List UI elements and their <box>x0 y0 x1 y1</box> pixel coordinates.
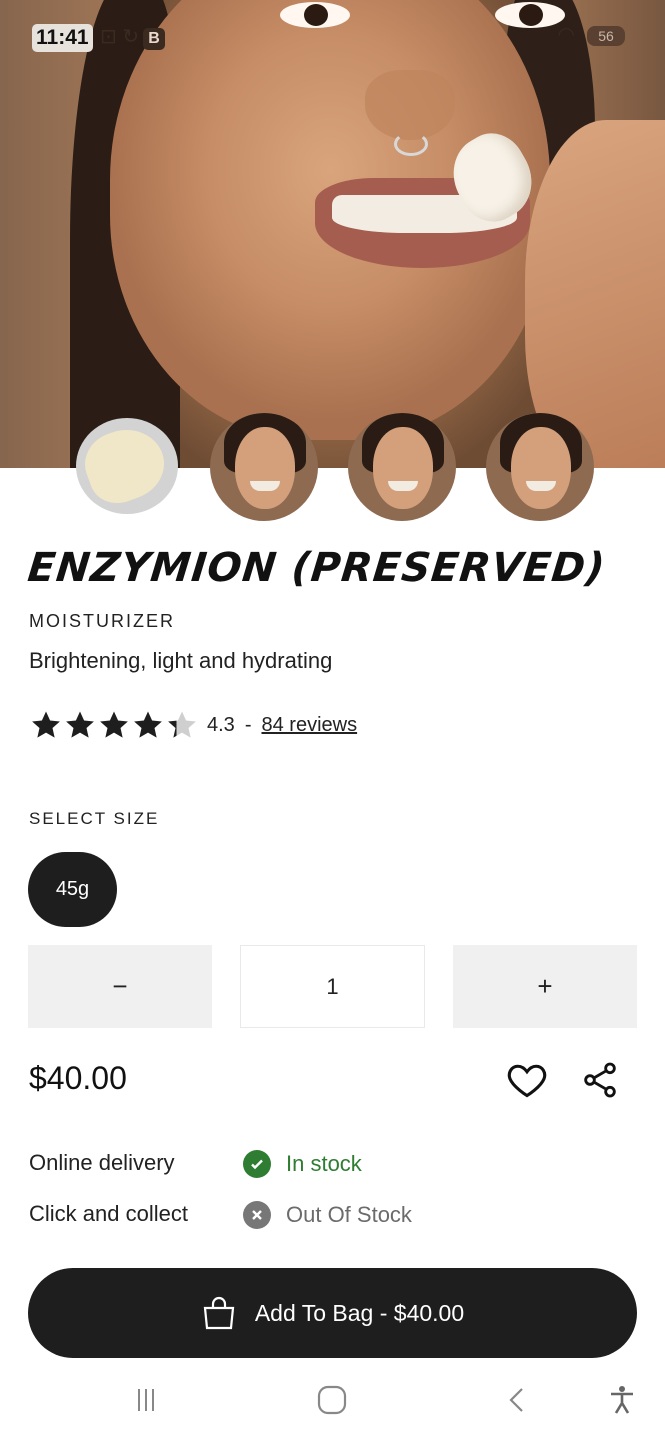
availability-status-text: Out Of Stock <box>286 1202 412 1227</box>
thumbnail-model-1[interactable] <box>210 413 318 521</box>
add-to-bag-label: Add To Bag - $40.00 <box>254 1299 465 1326</box>
thumbnail-model-3[interactable] <box>486 413 594 521</box>
add-to-bag-button[interactable]: Add To Bag - $40.00 <box>28 1268 637 1358</box>
share-icon[interactable] <box>580 1060 620 1100</box>
reviews-link[interactable]: 84 reviews <box>261 714 357 737</box>
availability-status-collect: Out Of Stock <box>243 1201 412 1229</box>
quantity-value[interactable]: 1 <box>240 945 425 1028</box>
wifi-icon: ◠ <box>557 24 575 46</box>
size-label: SELECT SIZE <box>29 809 160 828</box>
star-icon <box>134 711 162 738</box>
availability-label-online: Online delivery <box>29 1150 175 1175</box>
availability-label-collect: Click and collect <box>29 1201 188 1226</box>
check-circle-icon <box>243 1150 271 1178</box>
quantity-decrease-button[interactable]: − <box>28 945 212 1028</box>
back-icon[interactable] <box>498 1380 538 1420</box>
status-notification-icons: ⊡ ↻ B <box>100 24 166 50</box>
rating-value: 4.3 <box>207 713 235 736</box>
shopping-bag-icon <box>203 1296 235 1330</box>
size-option-45g[interactable]: 45g <box>28 852 117 927</box>
availability-status-text: In stock <box>286 1151 362 1176</box>
recent-apps-icon[interactable] <box>126 1380 166 1420</box>
thumbnail-product[interactable] <box>76 418 178 514</box>
home-icon[interactable] <box>312 1380 352 1420</box>
product-title: ENZYMION (PRESERVED) <box>25 545 608 591</box>
product-rating: 4.3 - 84 reviews <box>29 708 357 742</box>
quantity-increase-button[interactable]: + <box>453 945 637 1028</box>
product-price: $40.00 <box>29 1060 127 1096</box>
availability-status-online: In stock <box>243 1150 362 1178</box>
product-tagline: Brightening, light and hydrating <box>29 648 333 673</box>
rating-stars <box>29 708 199 742</box>
star-icon <box>66 711 94 738</box>
accessibility-icon[interactable] <box>602 1380 642 1420</box>
star-icon <box>100 711 128 738</box>
image-thumbnails <box>0 413 665 523</box>
system-nav-bar <box>0 1358 665 1440</box>
battery-icon: 56 <box>587 26 625 46</box>
star-half-icon <box>168 711 196 738</box>
product-category: MOISTURIZER <box>29 611 175 631</box>
status-bar: 11:41 ⊡ ↻ B ◠ 56 <box>0 0 665 72</box>
thumbnail-model-2[interactable] <box>348 413 456 521</box>
status-time: 11:41 <box>32 24 93 52</box>
b-icon: B <box>143 28 166 50</box>
x-circle-icon <box>243 1201 271 1229</box>
heart-icon[interactable] <box>505 1058 549 1102</box>
rating-separator: - <box>244 713 252 736</box>
star-icon <box>32 711 60 738</box>
